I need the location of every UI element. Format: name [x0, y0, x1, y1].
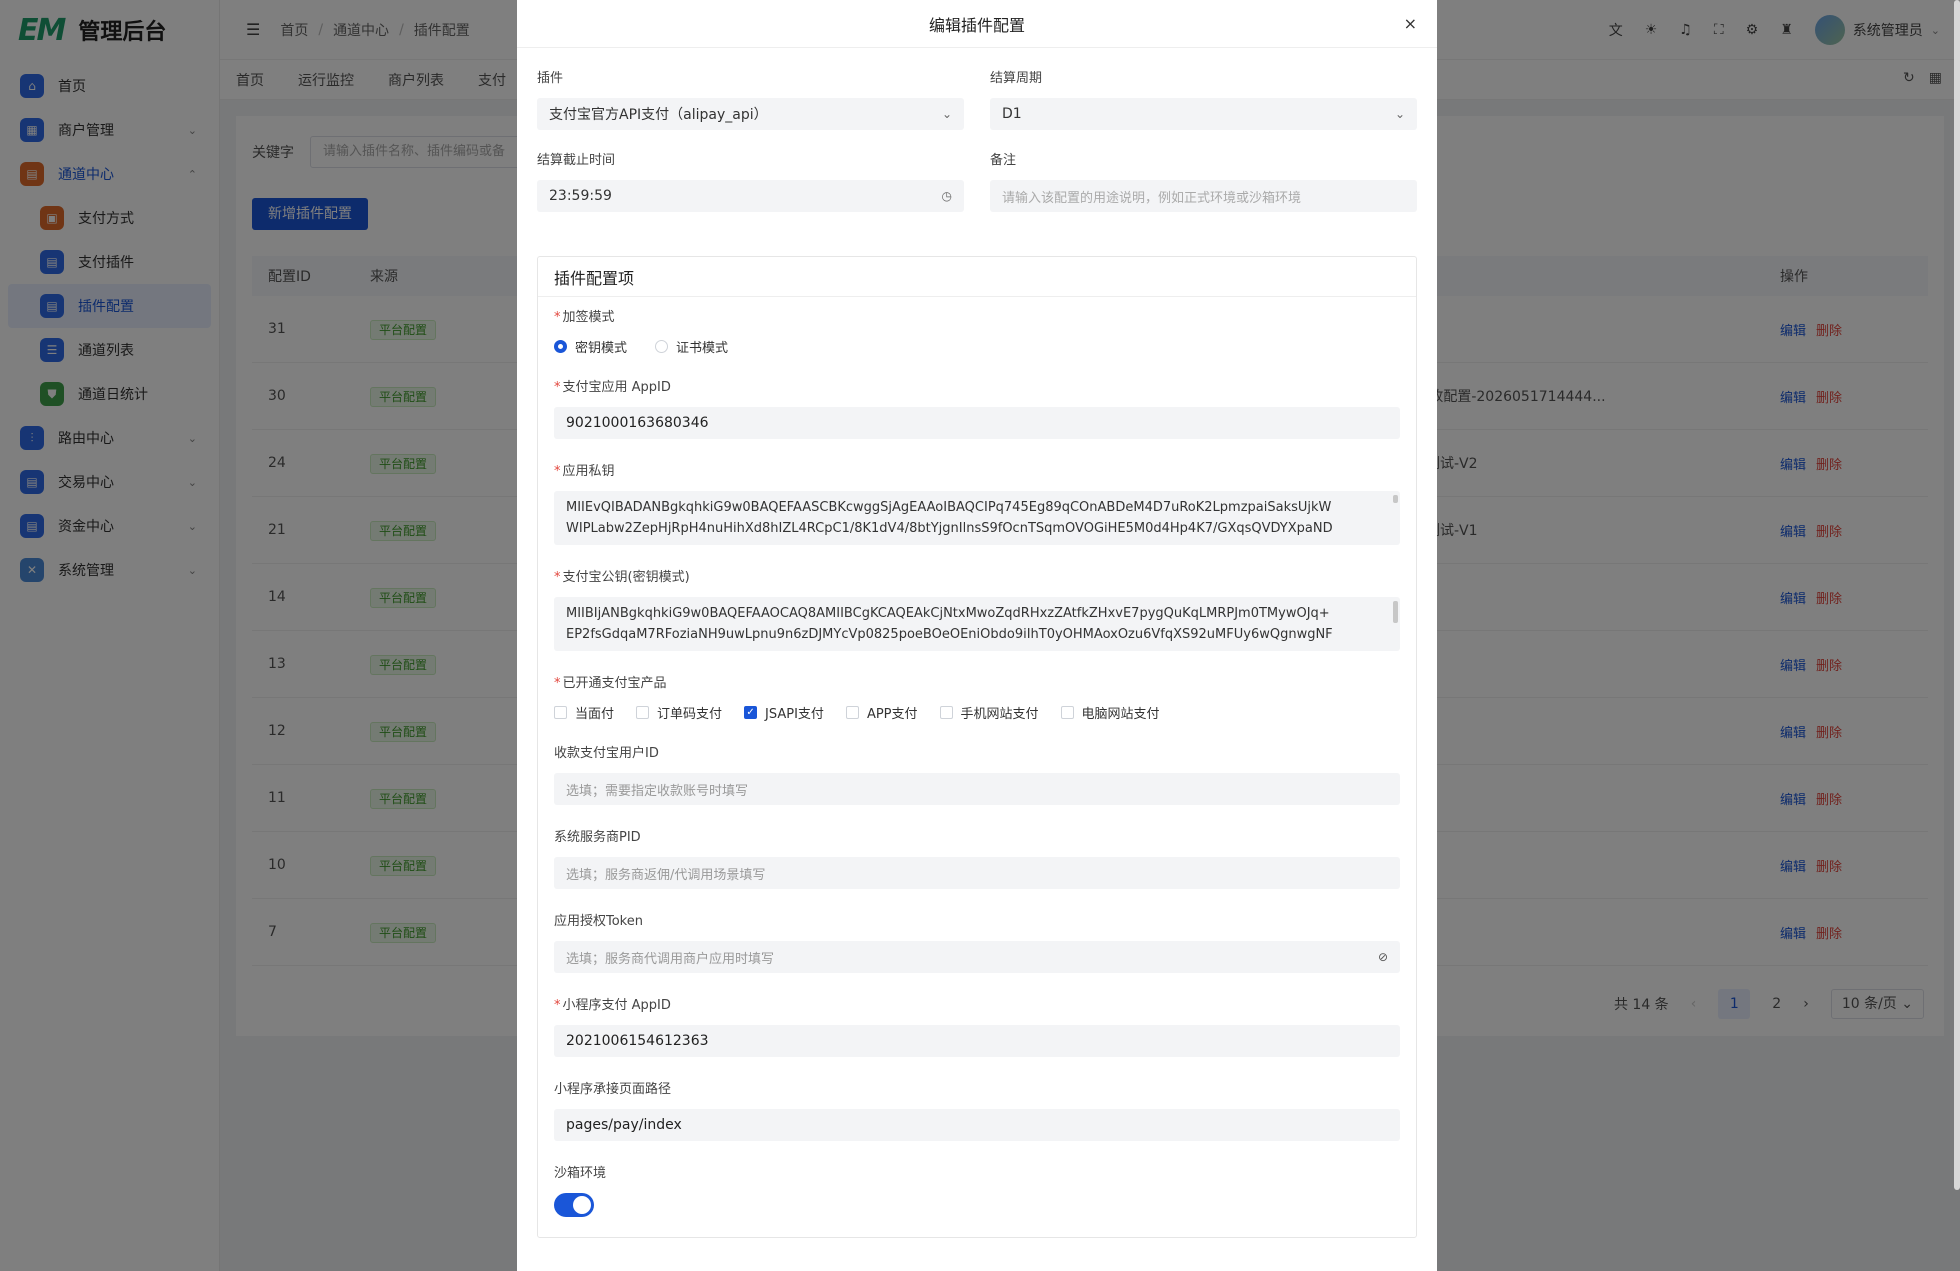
section-title: 插件配置项 — [538, 257, 1416, 297]
sign-mode-label-text: 加签模式 — [562, 310, 615, 325]
checkbox-jsapi-pay[interactable]: ✓ JSAPI支付 — [744, 703, 824, 722]
clock-icon: ◷ — [941, 189, 952, 203]
checkbox-label: 当面付 — [575, 706, 615, 722]
cutoff-time-picker[interactable]: 23:59:59 ◷ — [537, 180, 964, 212]
radio-cert-mode[interactable]: 证书模式 — [655, 337, 728, 356]
edit-plugin-config-dialog: 编辑插件配置 × 插件 支付宝官方API支付（alipay_api） ⌄ 结算周… — [517, 0, 1437, 1271]
page-scrollbar[interactable] — [1954, 0, 1960, 1190]
plugin-select[interactable]: 支付宝官方API支付（alipay_api） ⌄ — [537, 98, 964, 130]
required-mark: * — [554, 998, 561, 1013]
radio-label: 证书模式 — [676, 340, 729, 356]
checkbox-unchecked-icon — [554, 705, 567, 719]
plugin-config-section: 插件配置项 * 加签模式 密钥模式 证书模式 * 支付宝应用 AppID 90210… — [537, 256, 1417, 1238]
products-label: * 已开通支付宝产品 — [554, 675, 1400, 693]
cutoff-label: 结算截止时间 — [537, 153, 616, 168]
radio-key-mode[interactable]: 密钥模式 — [554, 337, 627, 356]
required-mark: * — [554, 464, 561, 479]
checkbox-unchecked-icon — [1060, 705, 1074, 719]
sandbox-label: 沙箱环境 — [554, 1166, 607, 1181]
chevron-down-icon: ⌄ — [941, 107, 952, 121]
mini-appid-label: * 小程序支付 AppID — [554, 997, 1400, 1015]
mini-path-input[interactable]: pages/pay/index — [554, 1109, 1400, 1141]
sandbox-toggle[interactable] — [554, 1193, 594, 1217]
basic-fields-row-2: 结算截止时间 23:59:59 ◷ 备注 请输入该配置的用途说明，例如正式环境或… — [537, 152, 1417, 234]
private-key-textarea[interactable]: MIIEvQIBADANBgkqhkiG9w0BAQEFAASCBKcwggSj… — [554, 491, 1400, 545]
radio-label: 密钥模式 — [575, 340, 628, 356]
dialog-body: 插件 支付宝官方API支付（alipay_api） ⌄ 结算周期 D1 ⌄ 结算… — [517, 48, 1437, 1238]
auth-token-label: 应用授权Token — [554, 914, 643, 929]
checkbox-order-code-pay[interactable]: 订单码支付 — [636, 703, 722, 722]
dialog-title: 编辑插件配置 — [928, 15, 1025, 35]
checkbox-label: 手机网站支付 — [960, 706, 1039, 722]
isv-pid-label: 系统服务商PID — [554, 830, 641, 845]
cutoff-value: 23:59:59 — [549, 188, 612, 204]
public-key-label-text: 支付宝公钥(密钥模式) — [562, 570, 690, 585]
cycle-label: 结算周期 — [990, 71, 1043, 86]
private-key-line: WIPLabw2ZepHjRpH4nuHihXd8hIZL4RCpC1/8K1d… — [566, 521, 1333, 536]
plugin-label: 插件 — [537, 71, 564, 86]
chevron-down-icon: ⌄ — [1394, 107, 1405, 121]
textarea-scrollbar[interactable] — [1393, 495, 1398, 503]
private-key-label-text: 应用私钥 — [562, 464, 615, 479]
textarea-scrollbar[interactable] — [1393, 601, 1398, 623]
public-key-label: * 支付宝公钥(密钥模式) — [554, 569, 1400, 587]
appid-label-text: 支付宝应用 AppID — [562, 380, 671, 395]
cycle-value: D1 — [1002, 106, 1022, 122]
checkbox-unchecked-icon — [636, 705, 650, 719]
mini-appid-label-text: 小程序支付 AppID — [562, 998, 671, 1013]
section-body: * 加签模式 密钥模式 证书模式 * 支付宝应用 AppID 90210001636… — [538, 297, 1416, 1237]
appid-label: * 支付宝应用 AppID — [554, 379, 1400, 397]
public-key-line: MIIBIjANBgkqhkiG9w0BAQEFAAOCAQ8AMIIBCgKC… — [566, 606, 1330, 621]
toggle-knob — [573, 1196, 591, 1214]
public-key-textarea[interactable]: MIIBIjANBgkqhkiG9w0BAQEFAAOCAQ8AMIIBCgKC… — [554, 597, 1400, 651]
remark-label: 备注 — [990, 153, 1017, 168]
private-key-label: * 应用私钥 — [554, 463, 1400, 481]
basic-fields-row-1: 插件 支付宝官方API支付（alipay_api） ⌄ 结算周期 D1 ⌄ — [537, 70, 1417, 152]
required-mark: * — [554, 676, 561, 691]
checkbox-label: 订单码支付 — [657, 706, 723, 722]
products-label-text: 已开通支付宝产品 — [562, 676, 667, 691]
checkbox-checked-icon: ✓ — [744, 705, 758, 719]
checkbox-face-pay[interactable]: 当面付 — [554, 703, 614, 722]
checkbox-label: 电脑网站支付 — [1081, 706, 1160, 722]
plugin-value: 支付宝官方API支付（alipay_api） — [549, 107, 768, 123]
required-mark: * — [554, 570, 561, 585]
mini-path-label: 小程序承接页面路径 — [554, 1082, 672, 1097]
checkbox-unchecked-icon — [939, 705, 953, 719]
sign-mode-label: * 加签模式 — [554, 309, 1400, 327]
auth-token-input[interactable]: 选填；服务商代调用商户应用时填写 ⊘ — [554, 941, 1400, 973]
remark-input[interactable]: 请输入该配置的用途说明，例如正式环境或沙箱环境 — [990, 180, 1417, 212]
checkbox-app-pay[interactable]: APP支付 — [845, 703, 918, 722]
radio-unchecked-icon — [655, 339, 669, 353]
public-key-line: EP2fsGdqaM7RFoziaNH9uwLpnu9n6zDJMYcVp082… — [566, 627, 1333, 642]
required-mark: * — [554, 310, 561, 325]
mini-appid-input[interactable]: 2021006154612363 — [554, 1025, 1400, 1057]
appid-input[interactable]: 9021000163680346 — [554, 407, 1400, 439]
payee-input[interactable]: 选填；需要指定收款账号时填写 — [554, 773, 1400, 805]
auth-token-placeholder: 选填；服务商代调用商户应用时填写 — [566, 951, 775, 967]
payee-label: 收款支付宝用户ID — [554, 746, 659, 761]
private-key-line: MIIEvQIBADANBgkqhkiG9w0BAQEFAASCBKcwggSj… — [566, 500, 1332, 515]
checkbox-unchecked-icon — [845, 705, 859, 719]
checkbox-pc-pay[interactable]: 电脑网站支付 — [1060, 703, 1160, 722]
radio-checked-icon — [554, 339, 567, 353]
products-checkbox-group: 当面付 订单码支付 ✓ JSAPI支付 APP支付 手机网站支付 电脑网站支付 — [554, 703, 1400, 722]
checkbox-label: JSAPI支付 — [765, 706, 824, 722]
cycle-select[interactable]: D1 ⌄ — [990, 98, 1417, 130]
checkbox-label: APP支付 — [866, 706, 918, 722]
sign-mode-radio-group: 密钥模式 证书模式 — [554, 337, 1400, 356]
eye-off-icon[interactable]: ⊘ — [1378, 950, 1388, 964]
close-icon[interactable]: × — [1404, 14, 1417, 33]
isv-pid-input[interactable]: 选填；服务商返佣/代调用场景填写 — [554, 857, 1400, 889]
required-mark: * — [554, 380, 561, 395]
checkbox-wap-pay[interactable]: 手机网站支付 — [939, 703, 1039, 722]
dialog-header: 编辑插件配置 × — [517, 0, 1437, 48]
